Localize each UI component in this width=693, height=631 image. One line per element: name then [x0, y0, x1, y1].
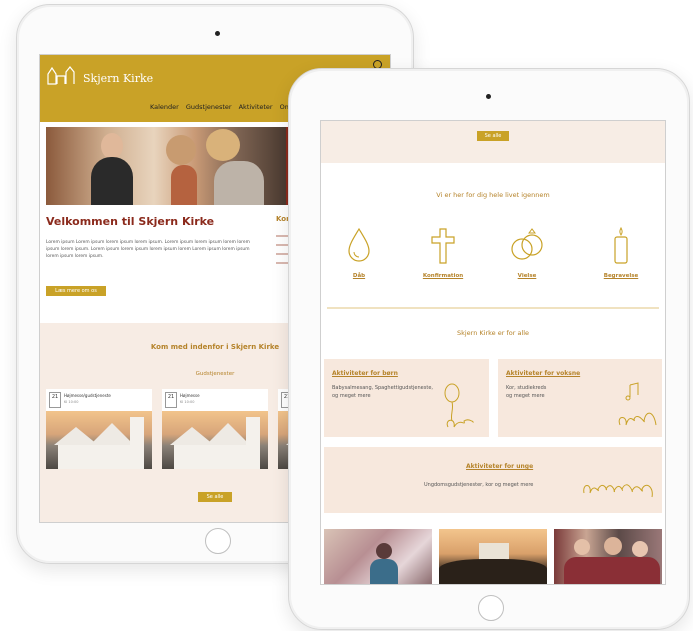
- life-event-label: Vielse: [517, 273, 537, 279]
- event-time: Kl 10:00: [180, 400, 195, 404]
- see-all-events-button[interactable]: Se alle: [198, 492, 232, 502]
- box-desc-line-1: Kor, studiekreds: [506, 385, 547, 391]
- read-more-button[interactable]: Læs mere om os: [46, 286, 106, 296]
- box-desc-line-2: og meget mere: [332, 393, 371, 399]
- balloon-doodle-icon: [444, 383, 474, 428]
- rings-icon: [511, 228, 543, 260]
- candle-icon: [614, 226, 628, 264]
- for-all-title: Skjern Kirke er for alle: [456, 329, 530, 337]
- cross-icon: [431, 228, 455, 264]
- welcome-text: Lorem ipsum Lorem ipsum lorem ipsum lore…: [46, 240, 250, 259]
- see-all-button[interactable]: Se alle: [477, 131, 509, 141]
- top-band: Se alle: [321, 121, 665, 163]
- music-note-doodle-icon: [618, 382, 657, 426]
- life-event-vielse[interactable]: Vielse: [497, 225, 557, 279]
- logo[interactable]: Skjern Kirke: [46, 65, 153, 85]
- camera-dot: [215, 31, 220, 36]
- nav-item-gudstjenester[interactable]: Gudstjenester: [186, 103, 232, 111]
- box-youth[interactable]: Aktiviteter for unge Ungdomsgudstjeneste…: [324, 447, 662, 513]
- event-date: 21: [49, 392, 61, 408]
- life-event-label: Dåb: [352, 273, 366, 279]
- church-photo: [162, 411, 268, 469]
- box-title: Aktiviteter for børn: [332, 370, 398, 377]
- photo-children-activity: [324, 529, 432, 584]
- brand-name: Skjern Kirke: [83, 72, 154, 85]
- box-desc-line-2: og meget mere: [506, 393, 545, 399]
- drop-icon: [348, 227, 370, 262]
- life-event-konfirmation[interactable]: Konfirmation: [413, 225, 473, 279]
- box-title: Aktiviteter for unge: [466, 463, 534, 470]
- church-photo: [46, 411, 152, 469]
- divider: [327, 307, 659, 309]
- event-card[interactable]: 21 Højmesse/gudstjeneste Kl 10:00: [46, 389, 152, 469]
- home-button[interactable]: [205, 528, 231, 554]
- life-section-title: Vi er her for dig hele livet igennem: [436, 191, 550, 199]
- people-doodle-icon: [583, 484, 653, 498]
- photo-church-sunset: [439, 529, 547, 584]
- event-card[interactable]: 21 Højmesse Kl 10:00: [162, 389, 268, 469]
- box-desc-line-1: Ungdomsgudstjenester, kor og meget mere: [424, 482, 534, 488]
- nav-item-aktiviteter[interactable]: Aktiviteter: [239, 103, 273, 111]
- life-event-daab[interactable]: Dåb: [329, 225, 389, 279]
- event-title: Højmesse/gudstjeneste: [64, 393, 111, 398]
- box-title: Aktiviteter for voksne: [506, 370, 581, 377]
- event-time: Kl 10:00: [64, 400, 79, 404]
- photo-adults-group: [554, 529, 662, 584]
- life-event-begravelse[interactable]: Begravelse: [591, 225, 651, 279]
- home-button[interactable]: [478, 595, 504, 621]
- church-logo-icon: [47, 66, 75, 85]
- box-adults[interactable]: Aktiviteter for voksne Kor, studiekreds …: [498, 359, 662, 437]
- life-event-label: Konfirmation: [422, 273, 464, 279]
- nav-item-kalender[interactable]: Kalender: [150, 103, 179, 111]
- life-event-label: Begravelse: [603, 273, 639, 279]
- box-desc-line-1: Babysalmesang, Spaghettigudstjeneste,: [332, 385, 433, 391]
- camera-dot: [486, 94, 491, 99]
- hero-image: [46, 127, 286, 205]
- tablet-front-screen: Se alle Vi er her for dig hele livet ige…: [320, 120, 666, 585]
- welcome-title: Velkommen til Skjern Kirke: [46, 215, 215, 228]
- event-title: Højmesse: [180, 393, 200, 398]
- event-date: 21: [165, 392, 177, 408]
- tablet-front: Se alle Vi er her for dig hele livet ige…: [288, 68, 690, 630]
- box-children[interactable]: Aktiviteter for børn Babysalmesang, Spag…: [324, 359, 489, 437]
